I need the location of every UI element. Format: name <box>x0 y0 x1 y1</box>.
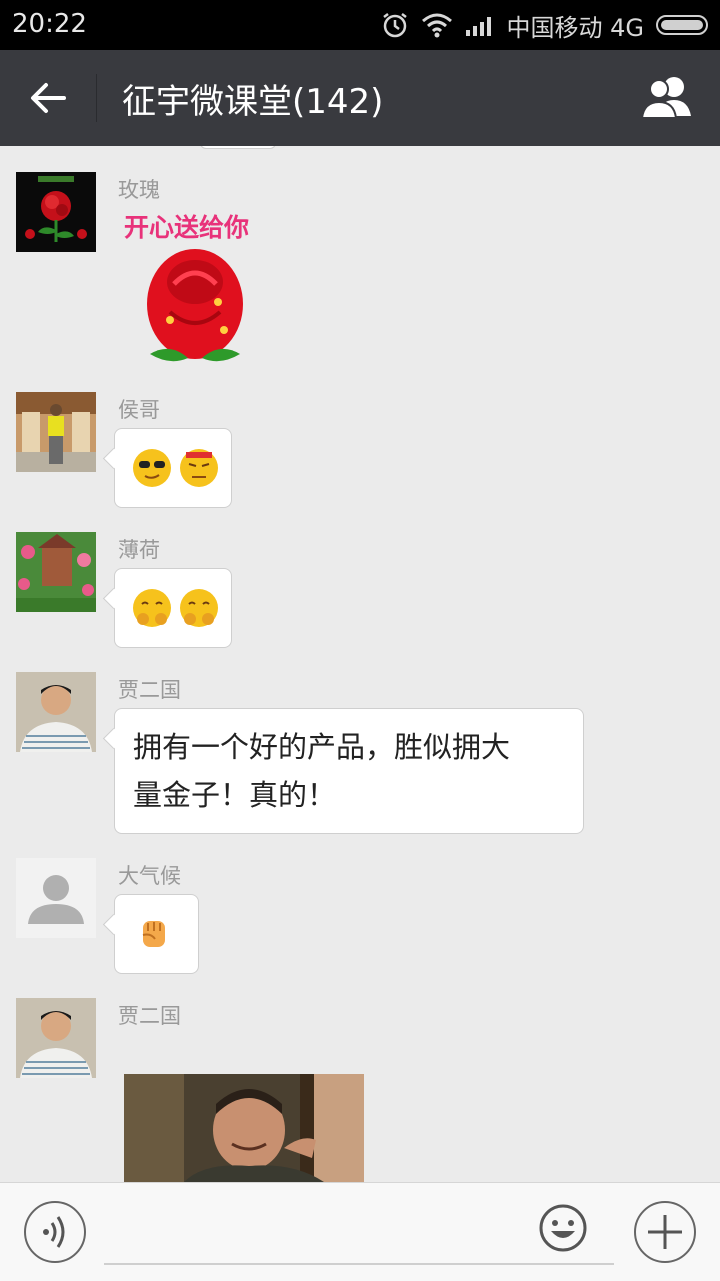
emoji-bubble[interactable] <box>114 428 232 508</box>
more-options-button[interactable] <box>634 1201 696 1263</box>
avatar[interactable] <box>16 392 96 472</box>
sender-name: 薄荷 <box>118 538 160 562</box>
user-avatar-image <box>16 998 96 1078</box>
avatar[interactable] <box>16 172 96 252</box>
sender-name: 贾二国 <box>118 678 181 702</box>
emoji-button[interactable] <box>538 1203 588 1253</box>
sticker-caption: 开心送给你 <box>124 213 250 242</box>
page-title: 征宇微课堂(142) <box>122 82 384 122</box>
rose-sticker-image <box>147 249 243 362</box>
group-members-button[interactable] <box>638 72 698 124</box>
status-time: 20:22 <box>12 9 87 39</box>
user-avatar-image <box>16 672 96 752</box>
user-avatar-image <box>16 532 96 612</box>
avatar[interactable] <box>16 998 96 1078</box>
avatar[interactable] <box>16 532 96 612</box>
previous-message-fragment <box>200 146 276 149</box>
sender-name: 侯哥 <box>118 398 160 422</box>
signal-icon <box>465 17 491 36</box>
title-bar: 征宇微课堂(142) <box>0 50 720 146</box>
message-text-line: 量金子！真的！ <box>133 778 337 812</box>
message-text: 拥有一个好的产品，胜似拥大 量金子！真的！ <box>115 709 583 833</box>
plus-icon <box>648 1215 682 1249</box>
sender-name: 大气候 <box>118 864 181 888</box>
avatar[interactable] <box>16 858 96 938</box>
annoyed-emoji <box>180 449 219 487</box>
sticker-message[interactable]: 开心送给你 <box>124 208 274 378</box>
title-divider <box>96 74 97 122</box>
voice-button[interactable] <box>24 1201 86 1263</box>
chat-message-list[interactable]: 玫瑰 开心送给你 侯哥 薄荷 贾二国 拥有一个好的产品，胜似拥大 量金子！真的！… <box>0 146 720 1182</box>
giggle-emoji <box>133 589 171 627</box>
text-bubble[interactable]: 拥有一个好的产品，胜似拥大 量金子！真的！ <box>114 708 584 834</box>
emoji-bubble[interactable] <box>114 568 232 648</box>
default-avatar-image <box>16 858 96 938</box>
battery-icon <box>656 15 708 35</box>
alarm-icon <box>382 13 407 38</box>
emoji-bubble[interactable] <box>114 894 199 974</box>
status-icons: 中国移动 4G <box>381 9 708 42</box>
message-text-line: 拥有一个好的产品，胜似拥大 <box>133 730 511 764</box>
sender-name: 玫瑰 <box>118 178 160 202</box>
back-button[interactable] <box>20 68 80 128</box>
wifi-icon <box>421 13 452 38</box>
rose-avatar-image <box>16 172 96 252</box>
group-members-icon <box>640 77 691 119</box>
giggle-emoji <box>180 589 219 627</box>
sender-name: 贾二国 <box>118 1004 181 1028</box>
image-message[interactable] <box>124 1074 364 1182</box>
emoji-face-icon <box>539 1204 587 1252</box>
voice-icon <box>43 1216 65 1248</box>
status-bar: 20:22 中国移动 4G <box>0 0 720 50</box>
back-arrow-icon <box>31 83 66 113</box>
fist-emoji <box>135 915 173 953</box>
cool-sunglasses-emoji <box>133 449 171 487</box>
user-avatar-image <box>16 392 96 472</box>
carrier-label: 中国移动 4G <box>506 13 645 42</box>
avatar[interactable] <box>16 672 96 752</box>
input-bar <box>0 1182 720 1281</box>
photo-image <box>124 1074 364 1182</box>
